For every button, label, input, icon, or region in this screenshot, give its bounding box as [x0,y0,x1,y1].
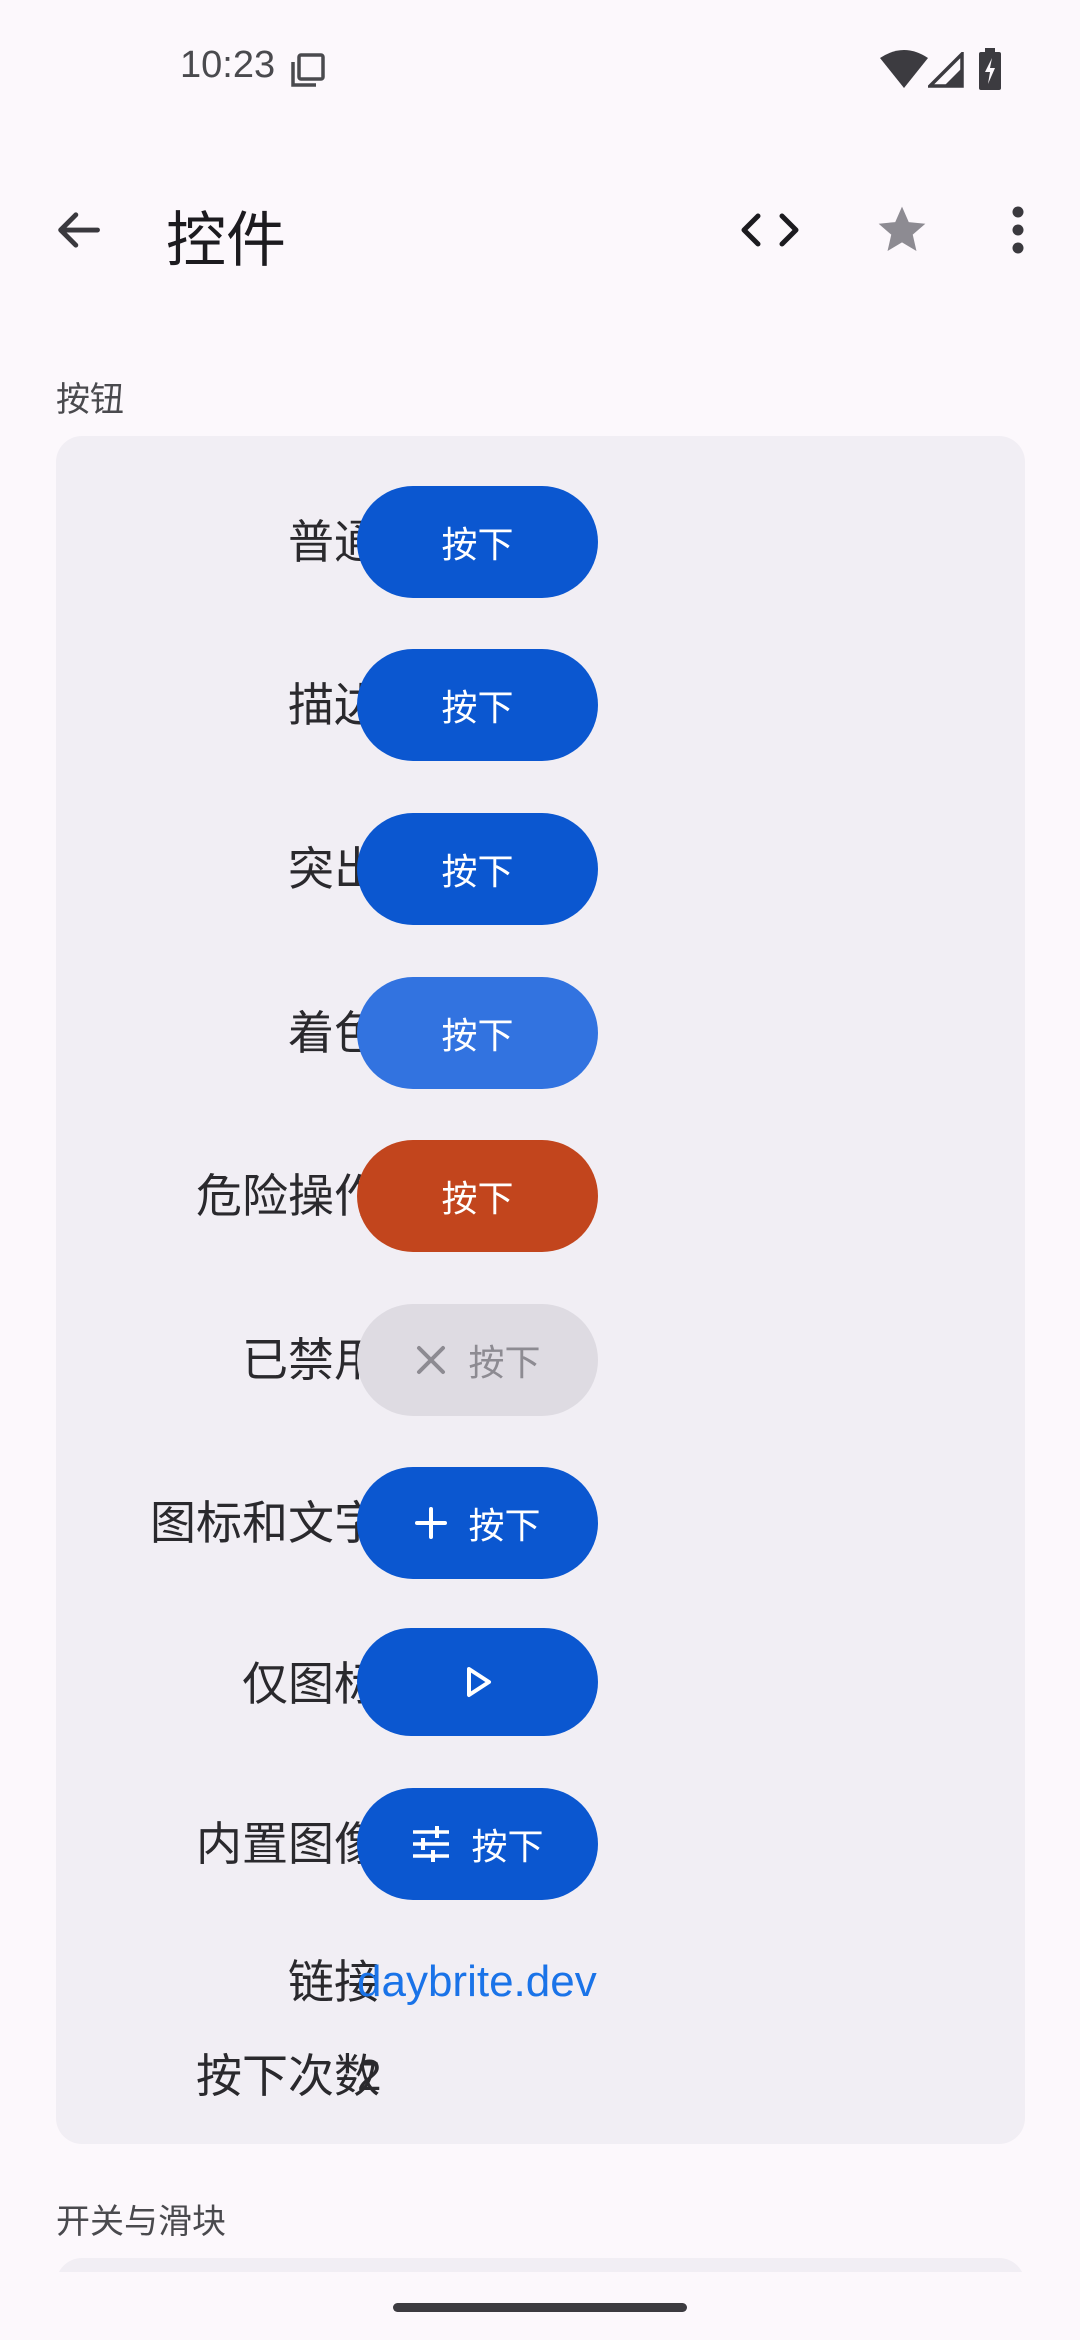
view-code-button[interactable] [730,190,810,270]
button-row-built-in-image: 内置图像 按下 [56,1788,1025,1900]
disabled-button: 按下 [357,1304,598,1416]
tune-icon [411,1826,451,1862]
destructive-button[interactable]: 按下 [357,1140,598,1252]
page-title: 控件 [166,206,286,276]
code-icon [741,213,799,247]
buttons-card: 普通 按下 描边 按下 突出 按下 着色 按下 危险操作 按下 已禁用 按下 图… [56,436,1025,2144]
image-button[interactable]: 按下 [357,1788,598,1900]
favorite-button[interactable] [862,190,942,270]
icon-text-button[interactable]: 按下 [357,1467,598,1579]
star-icon [878,206,926,251]
add-icon [414,1506,448,1540]
more-vert-icon [1012,206,1024,254]
screenshot-notification-icon [291,53,325,87]
home-gesture-handle[interactable] [393,2303,687,2312]
button-row-prominent: 突出 按下 [56,813,1025,925]
arrow-back-icon [58,212,100,248]
wifi-icon [880,50,928,88]
section-title-buttons: 按钮 [56,380,124,420]
cell-signal-icon [928,52,964,88]
more-options-button[interactable] [978,190,1058,270]
top-app-bar: 控件 [0,170,1080,280]
button-text: 按下 [468,1343,541,1384]
section-title-switches-sliders: 开关与滑块 [56,2202,226,2242]
outlined-button[interactable]: 按下 [357,649,598,761]
back-button[interactable] [38,190,118,270]
button-text: 按下 [441,1016,514,1057]
button-row-icon-text: 图标和文字 按下 [56,1467,1025,1579]
press-count-value: 2 [357,2051,382,2100]
row-label: 危险操作 [196,1169,380,1223]
button-text: 按下 [441,1179,514,1220]
button-text: 按下 [471,1827,544,1868]
gesture-navigation-bar [0,2272,1080,2340]
button-row-icon-only: 仅图标 [56,1628,1025,1740]
button-text: 按下 [441,525,514,566]
row-label: 内置图像 [196,1817,380,1871]
play-icon [466,1667,491,1697]
button-row-tinted: 着色 按下 [56,977,1025,1089]
close-icon [414,1343,448,1377]
button-text: 按下 [441,852,514,893]
status-bar: 10:23 [0,0,1080,140]
row-label: 图标和文字 [150,1496,380,1550]
button-row-destructive: 危险操作 按下 [56,1140,1025,1252]
button-text: 按下 [441,688,514,729]
press-count-row: 按下次数 2 [56,2020,1025,2132]
icon-only-button[interactable] [357,1628,598,1736]
button-row-outlined: 描边 按下 [56,649,1025,761]
button-row-normal: 普通 按下 [56,486,1025,598]
prominent-button[interactable]: 按下 [357,813,598,925]
tinted-button[interactable]: 按下 [357,977,598,1089]
row-label: 按下次数 [196,2049,380,2103]
normal-button[interactable]: 按下 [357,486,598,598]
battery-charging-icon [979,48,1001,90]
button-row-disabled: 已禁用 按下 [56,1304,1025,1416]
status-time: 10:23 [180,44,276,86]
button-text: 按下 [468,1506,541,1547]
